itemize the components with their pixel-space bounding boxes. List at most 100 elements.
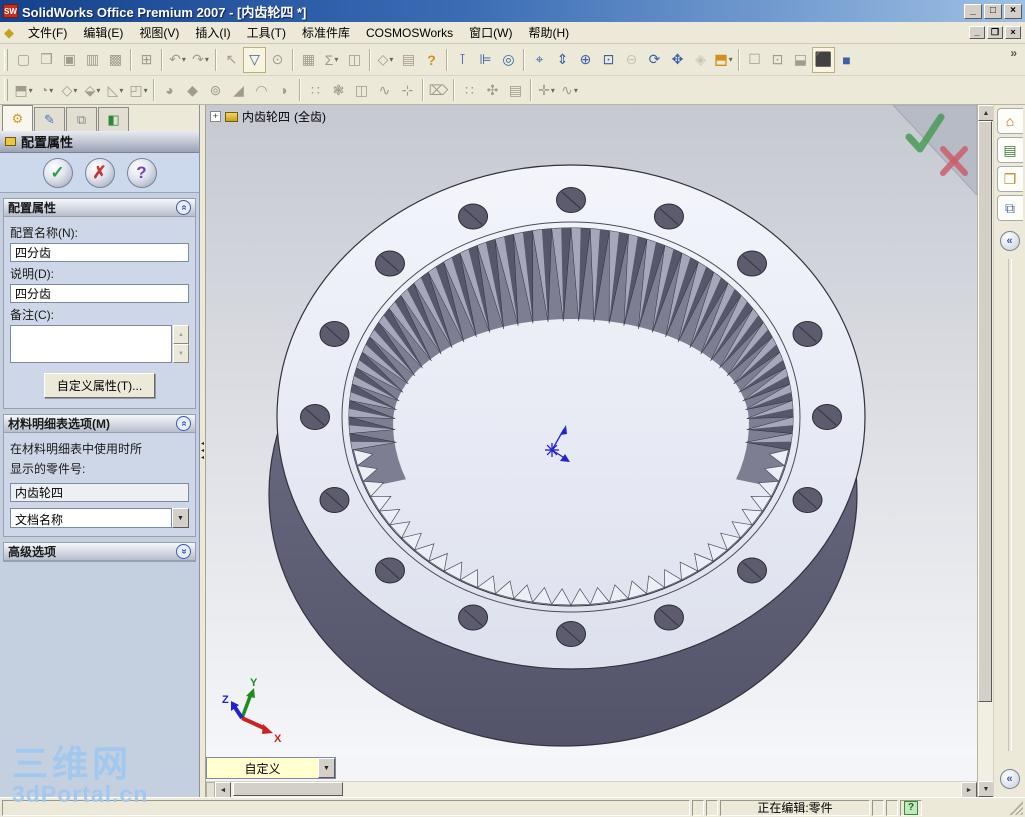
fillet-button[interactable]: ◕ [158,77,181,103]
swept-boss-button[interactable]: ◇ ▾ [58,77,81,103]
maximize-button[interactable]: □ [984,3,1002,19]
dropdown-arrow-icon[interactable]: ▾ [205,55,209,64]
configuration-name-input[interactable] [10,243,189,262]
tree-node-label[interactable]: 内齿轮四 [242,108,290,125]
toolbar-grip[interactable] [4,48,8,71]
redo-button[interactable]: ↷ ▾ [189,47,212,73]
zoom-area-button[interactable]: ⊕ [574,47,597,73]
toolbar-grip[interactable] [4,79,8,101]
configuration-combo-value[interactable]: 自定义 [207,758,318,778]
mass-properties-button[interactable]: ⊫ [474,47,497,73]
dropdown-arrow-icon[interactable]: ▾ [96,86,100,95]
shell-button[interactable]: ◰ ▾ [127,77,150,103]
dome-button[interactable]: ◠ [250,77,273,103]
featuremanager-tab[interactable]: ⚙ [2,105,33,131]
revolved-boss-button[interactable]: ◔ ▾ [35,77,58,103]
menu-item-6[interactable]: COSMOSWorks [358,24,461,42]
vertical-scrollbar[interactable]: ▲ ▼ [977,105,994,797]
comment-textarea[interactable] [10,325,172,363]
zoom-to-selection-button[interactable]: ⊖ [620,47,643,73]
undo-button[interactable]: ↶ ▾ [166,47,189,73]
rotate-view-button[interactable]: ⟳ [643,47,666,73]
dropdown-arrow-icon[interactable]: ▾ [73,86,77,95]
task-pane-splitter[interactable] [1007,259,1012,751]
select-other-button[interactable]: ⊙ [266,47,289,73]
standard-views-button[interactable]: ⬒ ▾ [712,47,735,73]
scrollbar-thumb[interactable] [978,121,992,702]
hidden-lines-removed-button[interactable]: ⬓ [789,47,812,73]
feature-tree-node[interactable]: + 内齿轮四 (全齿) [210,108,326,125]
collapse-chevron-icon[interactable]: « [176,416,191,431]
dropdown-arrow-icon[interactable]: ▾ [29,86,33,95]
bom-options-group-header[interactable]: 材料明细表选项(M) « [4,415,195,433]
shaded-button[interactable]: ■ [835,47,858,73]
doc-close-button[interactable]: × [1005,26,1021,39]
mirror-button[interactable]: ◫ [350,77,373,103]
internal-ring-gear-model[interactable] [268,164,866,747]
configuration-combo[interactable]: 自定义 ▼ [206,757,336,779]
hole-wizard-button[interactable]: ⊚ [204,77,227,103]
select-button[interactable]: ↖ [220,47,243,73]
selection-filter-button[interactable]: ▽ [243,46,266,73]
dropdown-arrow-icon[interactable]: ▾ [551,86,555,95]
make-drawing-from-part-button[interactable]: ▥ [81,47,104,73]
scroll-down-icon[interactable]: ▼ [978,781,994,797]
wireframe-button[interactable]: ☐ [743,47,766,73]
tree-expand-icon[interactable]: + [210,111,221,122]
ok-button[interactable]: ✓ [42,157,73,188]
lofted-boss-button[interactable]: ⬙ ▾ [81,77,104,103]
menu-item-1[interactable]: 编辑(E) [75,24,131,42]
scrollbar-split-box[interactable] [206,782,215,797]
open-button[interactable]: ❒ [35,47,58,73]
3d-drawing-view-button[interactable]: ◈ [689,47,712,73]
scroll-up-icon[interactable]: ▲ [173,325,189,344]
dropdown-arrow-icon[interactable]: ▾ [182,55,186,64]
menu-item-5[interactable]: 标准件库 [294,24,358,42]
wrap-button[interactable]: ◗ [273,77,296,103]
scroll-down-icon[interactable]: ▼ [173,344,189,363]
propertymanager-tab[interactable]: ✎ [34,107,65,131]
horizontal-scrollbar[interactable]: ◄ ► [206,781,977,797]
view-orientation-button[interactable]: ◇ ▾ [374,47,397,73]
section-properties-button[interactable]: ◎ [497,47,520,73]
dropdown-arrow-icon[interactable]: ▼ [318,758,335,778]
dropdown-arrow-icon[interactable]: ▾ [334,55,338,64]
cosmosworks-tab[interactable]: ◧ [98,107,129,131]
collapse-task-pane-button[interactable]: « [999,231,1020,251]
description-input[interactable] [10,284,189,303]
advanced-options-group-header[interactable]: 高级选项 « [4,543,195,561]
smart-fasteners-button[interactable]: ✣ [481,77,504,103]
sketch-settings-button[interactable]: Σ ▾ [320,47,343,73]
dropdown-arrow-icon[interactable]: ▼ [172,508,189,528]
menu-item-8[interactable]: 帮助(H) [520,24,577,42]
minimize-button[interactable]: _ [964,3,982,19]
graphics-area[interactable]: X Y Z + 内齿轮四 (全齿) 自定义 ▼ ◄ ► [206,105,977,797]
doc-restore-button[interactable]: ❐ [987,26,1003,39]
scrollbar-track[interactable] [978,121,993,781]
dropdown-arrow-icon[interactable]: ▾ [49,86,53,95]
pan-button[interactable]: ✥ [666,47,689,73]
file-explorer-tab[interactable]: ❒ [996,166,1023,192]
menu-item-7[interactable]: 窗口(W) [461,24,520,42]
dropdown-arrow-icon[interactable]: ▾ [389,55,393,64]
view-palette-tab[interactable]: ⧉ [996,195,1023,221]
quick-tips-icon[interactable]: ? [904,800,918,815]
solidworks-resources-tab[interactable]: ⌂ [996,108,1023,134]
design-library-tab[interactable]: ▤ [996,137,1023,163]
extruded-boss-button[interactable]: ⬒ ▾ [12,77,35,103]
curve-button[interactable]: ∿ [373,77,396,103]
model-canvas[interactable]: X Y Z [206,105,977,757]
collapse-task-pane-button[interactable]: « [999,769,1020,789]
print-button[interactable]: ⊞ [135,47,158,73]
hidden-lines-visible-button[interactable]: ⊡ [766,47,789,73]
menu-item-2[interactable]: 视图(V) [131,24,187,42]
measure-button[interactable]: ⊺ [451,47,474,73]
linear-pattern-button[interactable]: ∷ [304,77,327,103]
configuration-properties-group-header[interactable]: 配置属性 « [4,199,195,217]
save-button[interactable]: ▣ [58,47,81,73]
part-number-source-dropdown[interactable]: 文档名称 [10,508,172,528]
configurationmanager-tab[interactable]: ⧉ [66,107,97,131]
scroll-up-icon[interactable]: ▲ [978,105,994,121]
hide-show-items-button[interactable]: ◫ [343,47,366,73]
dropdown-arrow-icon[interactable]: ▾ [144,86,148,95]
